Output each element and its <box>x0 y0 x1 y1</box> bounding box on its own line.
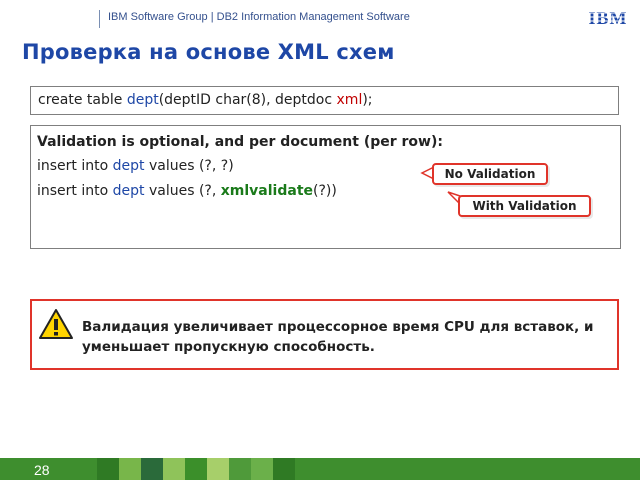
line3-prefix: insert into <box>37 183 113 199</box>
line2-suffix: values (?, ?) <box>144 158 234 174</box>
ibm-logo-text: IBM <box>589 8 628 28</box>
footer-tile <box>119 458 141 480</box>
line3-middle: values (?, <box>144 183 221 199</box>
no-validation-callout: No Validation <box>432 163 548 185</box>
create-prefix: create table <box>38 92 127 108</box>
header-text: IBM Software Group | DB2 Information Man… <box>108 11 410 23</box>
footer-tile <box>141 458 163 480</box>
footer-tile <box>251 458 273 480</box>
footer-tile <box>207 458 229 480</box>
footer-tile <box>185 458 207 480</box>
create-table-statement: create table dept(deptID char(8), deptdo… <box>38 92 373 108</box>
validation-heading: Validation is optional, and per document… <box>37 134 443 150</box>
warning-text: Валидация увеличивает процессорное время… <box>82 319 594 355</box>
footer-tile <box>163 458 185 480</box>
create-middle: (deptID char(8), deptdoc <box>158 92 337 108</box>
page-title: Проверка на основе XML схем <box>22 40 395 64</box>
footer-image-strip <box>97 458 295 480</box>
footer-bar <box>0 458 640 480</box>
line3-table: dept <box>112 183 145 199</box>
line3-suffix: (?)) <box>313 183 337 199</box>
footer-tile <box>229 458 251 480</box>
footer-tile <box>97 458 119 480</box>
ibm-logo: IBM <box>586 8 630 28</box>
with-validation-callout: With Validation <box>458 195 591 217</box>
warning-icon <box>39 309 73 339</box>
page-number: 28 <box>34 462 50 478</box>
header-divider <box>99 10 100 28</box>
create-xml-type: xml <box>336 92 363 108</box>
footer-tile <box>273 458 295 480</box>
line2-prefix: insert into <box>37 158 113 174</box>
insert-with-validation: insert into dept values (?, xmlvalidate(… <box>37 183 337 199</box>
create-suffix: ); <box>362 92 373 108</box>
insert-no-validation: insert into dept values (?, ?) <box>37 158 234 174</box>
create-table-name: dept <box>126 92 159 108</box>
line2-table: dept <box>112 158 145 174</box>
line3-xmlvalidate: xmlvalidate <box>220 183 314 199</box>
